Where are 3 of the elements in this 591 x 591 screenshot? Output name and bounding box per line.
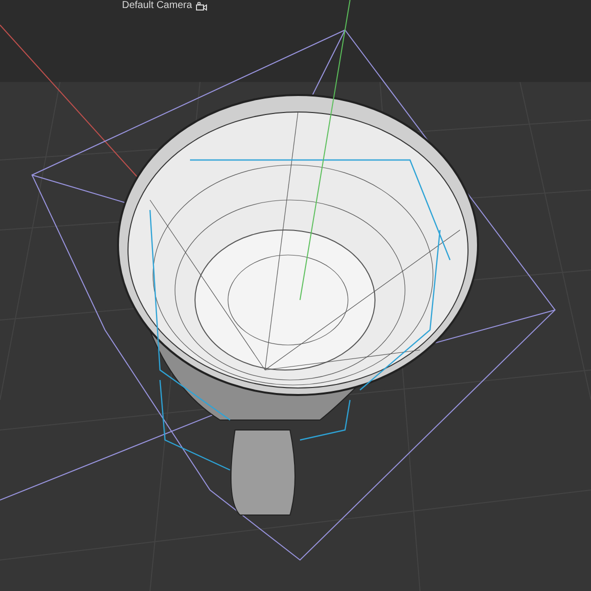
viewport-canvas[interactable] xyxy=(0,0,591,591)
camera-label[interactable]: Default Camera xyxy=(122,0,192,12)
camera-icon[interactable] xyxy=(196,2,208,10)
